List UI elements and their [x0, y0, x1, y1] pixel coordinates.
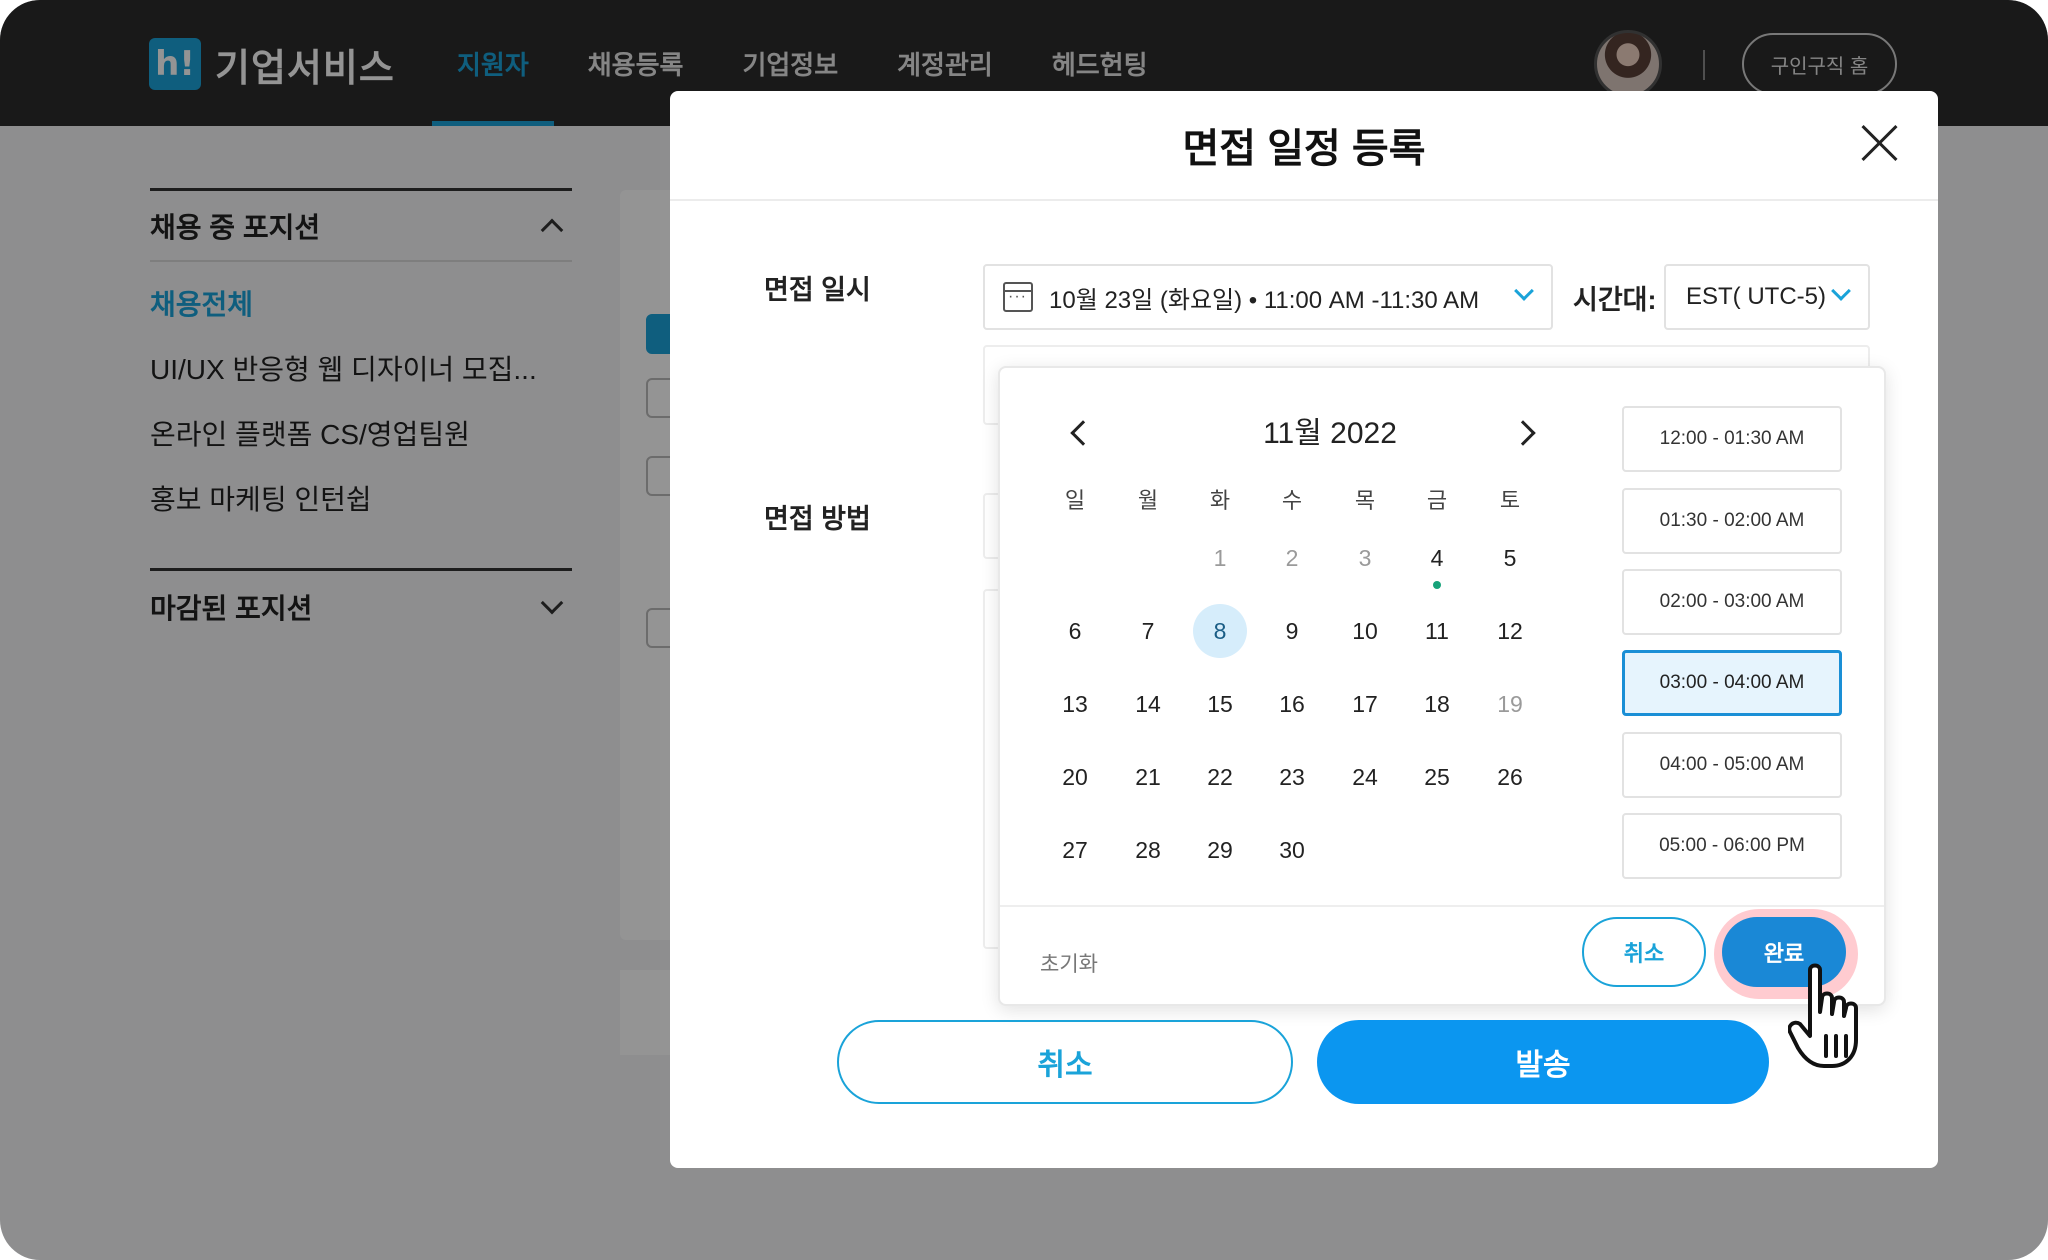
timezone-value: EST( UTC-5)	[1686, 283, 1826, 310]
calendar-day[interactable]: 24	[1338, 750, 1392, 804]
prev-month-icon[interactable]	[1070, 420, 1096, 446]
calendar-day[interactable]: 11	[1410, 604, 1464, 658]
calendar-day[interactable]: 29	[1193, 823, 1247, 877]
datetime-label: 면접 일시	[764, 275, 871, 305]
app-frame: h! 기업서비스 지원자 채용등록 기업정보 계정관리 헤드헌팅 구인구직 홈 …	[0, 0, 2048, 1260]
weekday-label: 토	[1499, 488, 1521, 513]
weekday-label: 일	[1064, 488, 1086, 513]
calendar-day[interactable]: 7	[1121, 604, 1175, 658]
calendar-day[interactable]: 22	[1193, 750, 1247, 804]
weekday-label: 화	[1209, 488, 1231, 513]
interview-schedule-modal: 면접 일정 등록 면접 일시 면접 방법 10월 23일 (화요일) • 11:…	[670, 91, 1938, 1168]
time-slot[interactable]: 12:00 - 01:30 AM	[1622, 406, 1842, 472]
calendar-day[interactable]: 21	[1121, 750, 1175, 804]
time-slot[interactable]: 04:00 - 05:00 AM	[1622, 732, 1842, 798]
next-month-icon[interactable]	[1510, 420, 1536, 446]
time-slot[interactable]: 05:00 - 06:00 PM	[1622, 813, 1842, 879]
event-dot-icon	[1433, 581, 1441, 589]
method-label: 면접 방법	[764, 504, 871, 534]
calendar-day[interactable]: 19	[1483, 677, 1537, 731]
calendar-day[interactable]: 13	[1048, 677, 1102, 731]
calendar-day[interactable]: 5	[1483, 531, 1537, 585]
time-slot[interactable]: 02:00 - 03:00 AM	[1622, 569, 1842, 635]
chevron-down-icon	[1514, 281, 1534, 301]
calendar-day[interactable]: 18	[1410, 677, 1464, 731]
datetime-select[interactable]: 10월 23일 (화요일) • 11:00 AM -11:30 AM	[983, 264, 1553, 330]
weekday-label: 금	[1426, 488, 1448, 513]
calendar-day[interactable]: 26	[1483, 750, 1537, 804]
time-slot[interactable]: 01:30 - 02:00 AM	[1622, 488, 1842, 554]
month-title: 11월 2022	[1263, 417, 1397, 450]
close-icon[interactable]	[1860, 123, 1900, 163]
calendar-day[interactable]: 15	[1193, 677, 1247, 731]
calendar-day[interactable]: 16	[1265, 677, 1319, 731]
modal-title: 면접 일정 등록	[670, 91, 1938, 201]
picker-footer-divider	[1000, 905, 1884, 907]
timezone-select[interactable]: EST( UTC-5)	[1664, 264, 1870, 330]
calendar-day[interactable]: 20	[1048, 750, 1102, 804]
picker-cancel-button[interactable]: 취소	[1582, 917, 1706, 987]
calendar-day[interactable]: 14	[1121, 677, 1175, 731]
calendar-day[interactable]: 10	[1338, 604, 1392, 658]
calendar-icon	[1003, 282, 1033, 312]
calendar-day[interactable]: 1	[1193, 531, 1247, 585]
calendar-day[interactable]: 30	[1265, 823, 1319, 877]
reset-button[interactable]: 초기화	[1040, 948, 1098, 978]
calendar-day[interactable]: 27	[1048, 823, 1102, 877]
hand-pointer-cursor-icon	[1788, 963, 1858, 1068]
chevron-down-icon	[1831, 281, 1851, 301]
calendar-day[interactable]: 4	[1410, 531, 1464, 585]
time-slot-selected[interactable]: 03:00 - 04:00 AM	[1622, 650, 1842, 716]
weekday-label: 목	[1354, 488, 1376, 513]
calendar-day[interactable]: 9	[1265, 604, 1319, 658]
timezone-label: 시간대:	[1573, 285, 1657, 315]
calendar-day[interactable]: 12	[1483, 604, 1537, 658]
weekday-label: 수	[1281, 488, 1303, 513]
calendar-day[interactable]: 25	[1410, 750, 1464, 804]
calendar-day[interactable]: 28	[1121, 823, 1175, 877]
calendar-day[interactable]: 2	[1265, 531, 1319, 585]
send-button[interactable]: 발송	[1317, 1020, 1769, 1104]
calendar-day[interactable]: 6	[1048, 604, 1102, 658]
datetime-value: 10월 23일 (화요일) • 11:00 AM -11:30 AM	[1049, 286, 1480, 314]
weekday-label: 월	[1137, 488, 1159, 513]
cancel-button[interactable]: 취소	[837, 1020, 1293, 1104]
calendar-day[interactable]: 17	[1338, 677, 1392, 731]
datetime-picker: 11월 2022 일 월 화 수 목 금 토 1 2 3 4 5 6 7 8 9…	[998, 366, 1886, 1006]
calendar-day-selected[interactable]: 8	[1193, 604, 1247, 658]
calendar-day[interactable]: 23	[1265, 750, 1319, 804]
calendar-day[interactable]: 3	[1338, 531, 1392, 585]
